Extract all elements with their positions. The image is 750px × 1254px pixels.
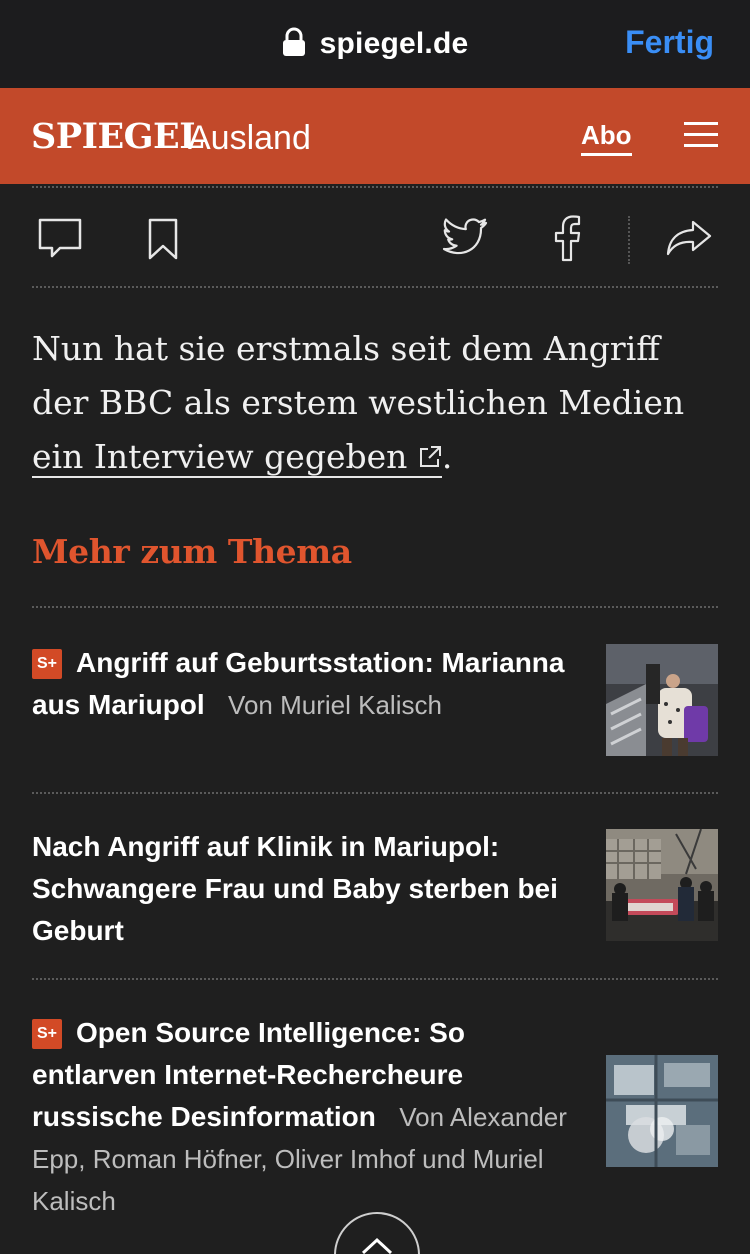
done-button[interactable]: Fertig — [625, 24, 714, 61]
divider — [32, 978, 718, 980]
link-text: ein — [32, 437, 84, 476]
article-text: Nun hat sie erstmals seit dem Angriff de… — [32, 329, 685, 422]
comment-icon[interactable] — [38, 218, 82, 265]
menu-button[interactable] — [684, 122, 718, 148]
related-article-author: Von Muriel Kalisch — [228, 690, 442, 720]
related-article-title: Nach Angriff auf Klinik in Mariupol: Sch… — [32, 831, 558, 946]
twitter-icon[interactable] — [442, 218, 488, 263]
related-article-thumbnail[interactable] — [606, 829, 718, 941]
spiegel-plus-badge: S+ — [32, 1019, 62, 1049]
spiegel-plus-badge: S+ — [32, 649, 62, 679]
share-icon[interactable] — [666, 220, 712, 261]
article-paragraph: Nun hat sie erstmals seit dem Angriff de… — [32, 322, 722, 484]
browser-bar: spiegel.de Fertig — [0, 0, 750, 88]
chevron-up-icon — [361, 1237, 393, 1254]
url-text: spiegel.de — [319, 27, 469, 60]
facebook-icon[interactable] — [552, 214, 582, 267]
bookmark-icon[interactable] — [148, 218, 178, 265]
divider — [32, 606, 718, 608]
related-article[interactable]: Nach Angriff auf Klinik in Mariupol: Sch… — [32, 826, 592, 952]
site-header: SPIEGEL Ausland Abo — [0, 88, 750, 184]
url-field[interactable]: spiegel.de — [282, 27, 469, 62]
lock-icon — [282, 27, 306, 62]
menu-icon — [684, 122, 718, 147]
interview-link[interactable]: ein Interview gegeben — [32, 437, 442, 478]
divider — [32, 186, 718, 188]
abo-link[interactable]: Abo — [581, 120, 632, 156]
related-article[interactable]: S+ Open Source Intelligence: So entlarven… — [32, 1012, 592, 1222]
article-text: . — [441, 437, 453, 476]
page: spiegel.de Fertig SPIEGEL Ausland Abo Nu… — [0, 0, 750, 1254]
article-actions — [0, 210, 750, 270]
related-article-thumbnail[interactable] — [606, 1055, 718, 1167]
brand-logo[interactable]: SPIEGEL — [31, 116, 204, 157]
related-article[interactable]: S+ Angriff auf Geburtsstation: Marianna a… — [32, 642, 592, 726]
link-text: Interview gegeben — [93, 437, 408, 476]
external-link-icon — [418, 437, 442, 476]
divider — [32, 792, 718, 794]
divider — [628, 216, 630, 264]
related-article-thumbnail[interactable] — [606, 644, 718, 756]
more-section-title: Mehr zum Thema — [32, 532, 352, 571]
divider — [32, 286, 718, 288]
section-name[interactable]: Ausland — [188, 119, 311, 158]
